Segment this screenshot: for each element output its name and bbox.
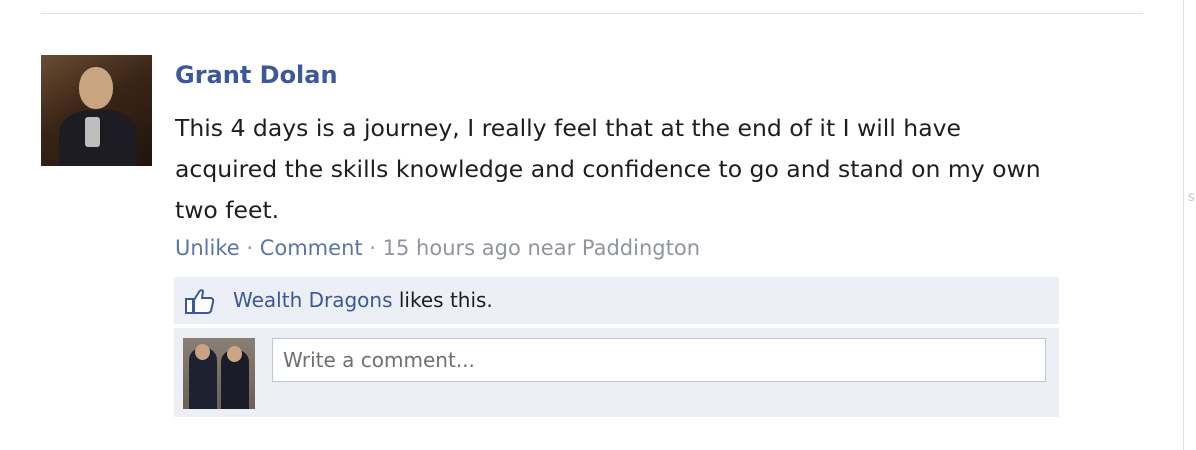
avatar-face <box>79 67 113 109</box>
post-text: This 4 days is a journey, I really feel … <box>175 114 1041 224</box>
scrollbar-mark: s <box>1188 190 1195 205</box>
avatar-head <box>195 344 210 360</box>
likes-bar: Wealth Dragons likes this. <box>174 277 1059 324</box>
author-name-link[interactable]: Grant Dolan <box>175 61 338 89</box>
likes-summary: Wealth Dragons likes this. <box>233 288 493 312</box>
avatar-head <box>227 346 242 362</box>
unlike-link[interactable]: Unlike <box>175 236 240 260</box>
top-divider <box>41 13 1143 14</box>
comment-input[interactable] <box>272 338 1046 382</box>
timestamp-location[interactable]: 15 hours ago near Paddington <box>383 236 700 260</box>
comment-box <box>174 328 1059 417</box>
right-border <box>1183 0 1184 450</box>
post-actions: Unlike · Comment · 15 hours ago near Pad… <box>175 236 700 260</box>
separator-dot: · <box>362 236 383 260</box>
avatar-phone <box>85 117 100 147</box>
author-avatar[interactable] <box>41 55 152 166</box>
comment-link[interactable]: Comment <box>260 236 363 260</box>
separator-dot: · <box>239 236 260 260</box>
thumbs-up-icon <box>185 289 215 314</box>
viewer-avatar <box>183 338 255 409</box>
liker-name-link[interactable]: Wealth Dragons <box>233 288 393 312</box>
likes-suffix: likes this. <box>392 288 493 312</box>
